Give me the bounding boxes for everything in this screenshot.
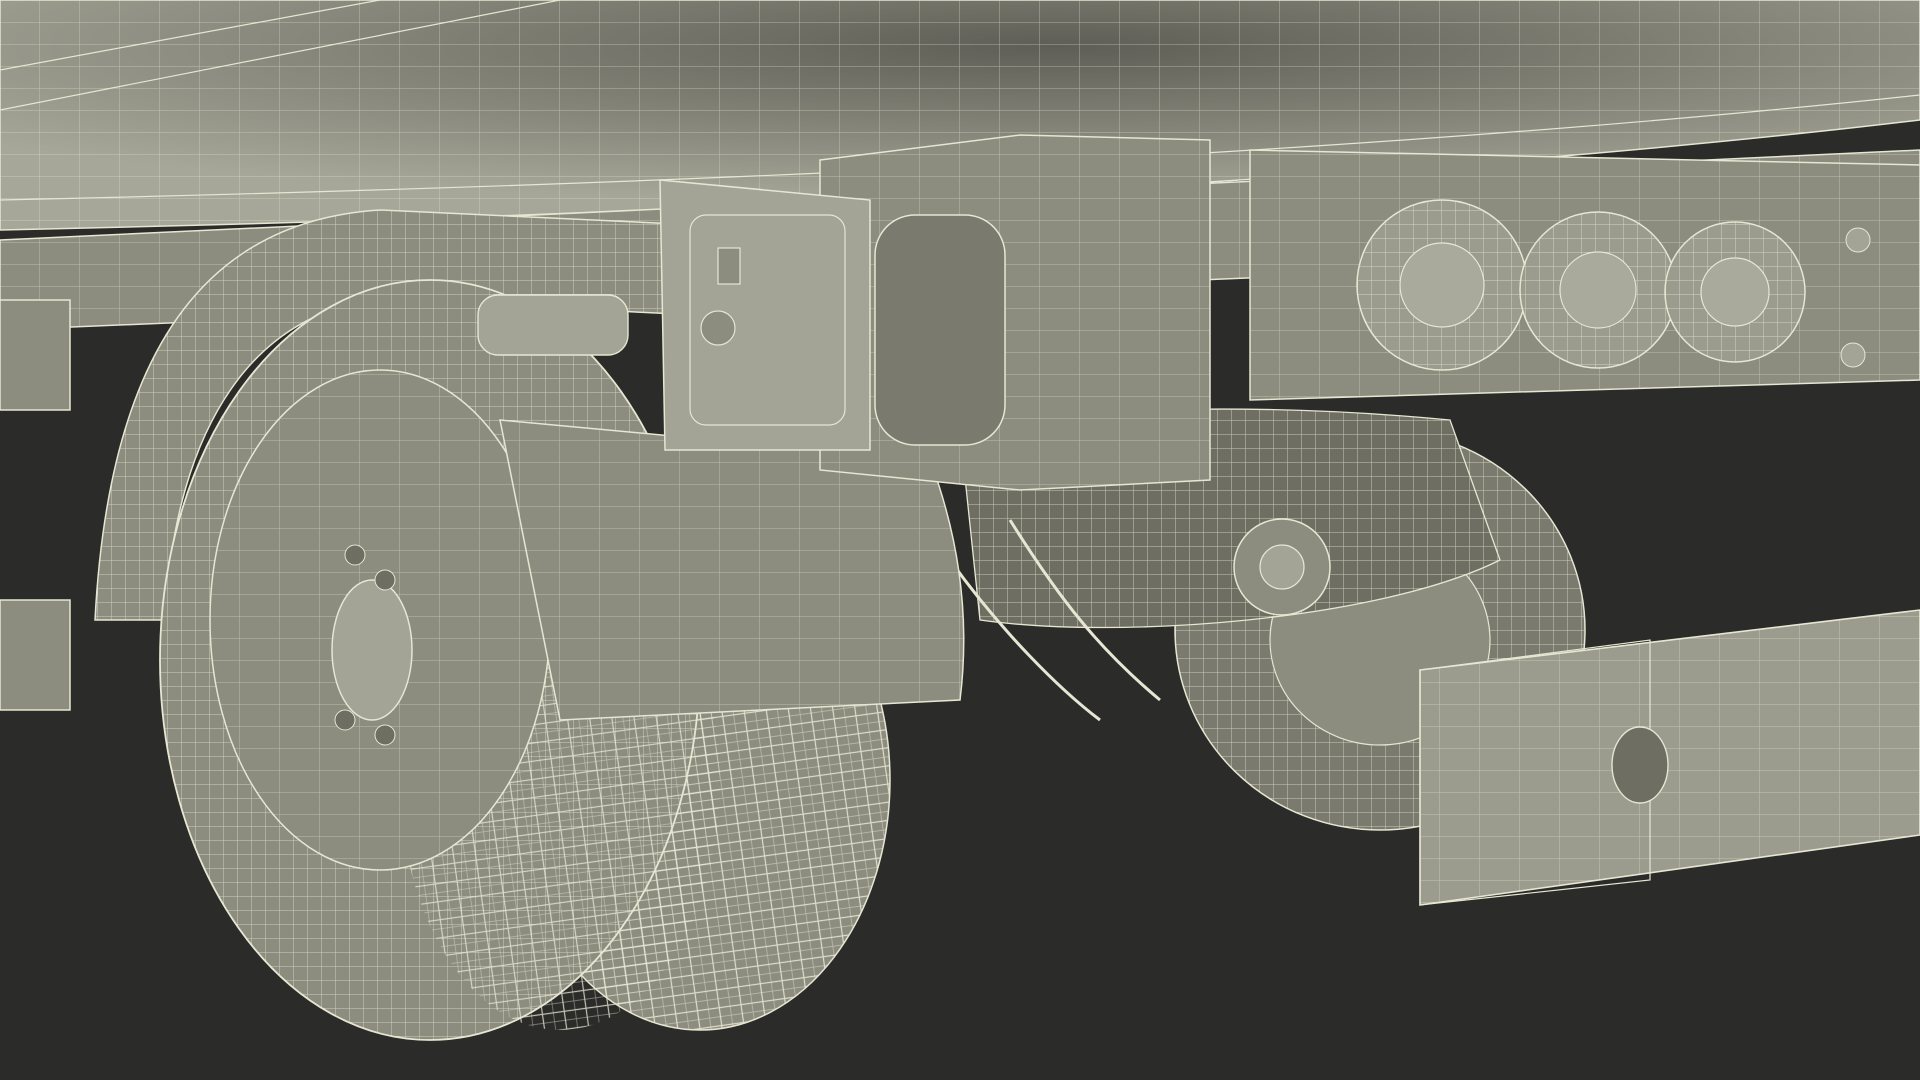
door-lock-icon	[700, 310, 736, 346]
utility-box	[659, 134, 1211, 491]
lug-nut-icon	[344, 544, 366, 566]
lug-nut-icon	[334, 709, 356, 731]
bolt-icon	[1840, 342, 1866, 368]
wireframe-render	[0, 0, 1920, 1041]
tow-hole-icon	[1611, 726, 1669, 804]
lug-nut-icon	[374, 724, 396, 746]
box-door	[659, 179, 871, 451]
rear-light-cluster	[1249, 149, 1920, 401]
cylinder-mount	[477, 294, 629, 356]
wheel-rim	[209, 369, 551, 871]
tail-lamp-right	[1664, 221, 1806, 363]
lug-nut-icon	[374, 569, 396, 591]
door-handle-icon	[717, 247, 741, 285]
bolt-icon	[1845, 227, 1871, 253]
tail-lamp-left	[1356, 199, 1528, 371]
tail-lamp-middle	[1519, 211, 1677, 369]
